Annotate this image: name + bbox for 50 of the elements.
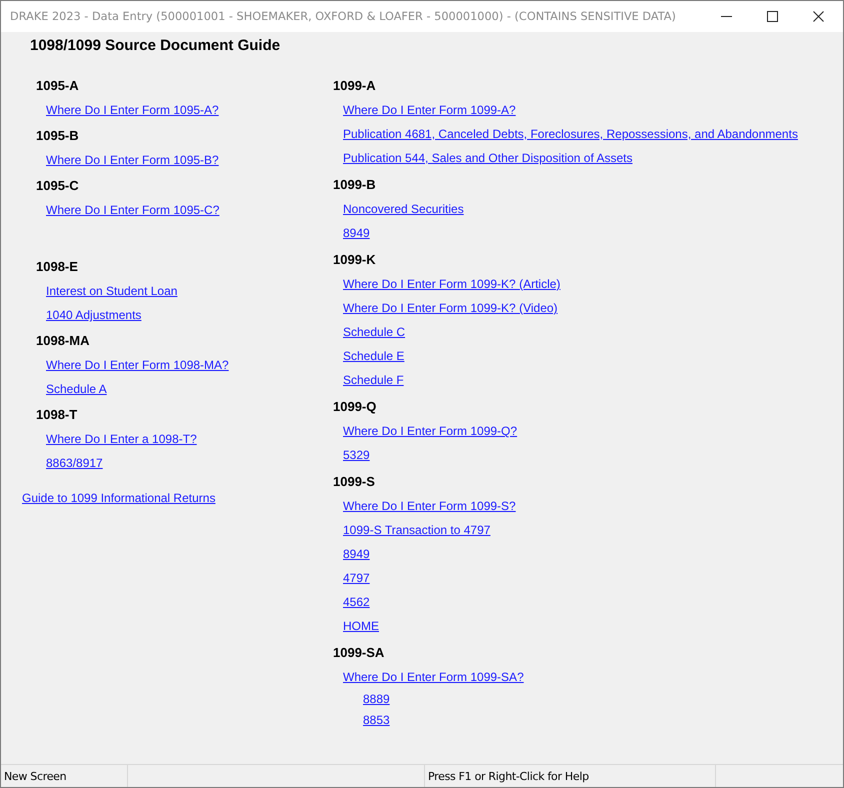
guide-link[interactable]: Guide to 1099 Informational Returns [22,491,216,505]
section-heading: 1098-E [36,258,78,276]
section-heading: 1099-B [333,176,376,194]
guide-link[interactable]: Where Do I Enter Form 1099-S? [343,494,516,518]
status-text: New Screen [1,765,128,787]
guide-link[interactable]: 5329 [343,443,370,467]
minimize-icon [720,16,732,17]
guide-link[interactable]: Where Do I Enter Form 1099-A? [343,98,516,122]
guide-link[interactable]: 8889 [363,689,390,710]
guide-link[interactable]: 1099-S Transaction to 4797 [343,518,490,542]
guide-link[interactable]: Schedule F [343,368,404,392]
guide-link[interactable]: 8853 [363,710,390,731]
maximize-icon [766,11,778,22]
section-heading: 1098-MA [36,332,90,350]
section-heading: 1095-C [36,177,79,195]
guide-link[interactable]: Schedule E [343,344,404,368]
guide-link[interactable]: 8949 [343,221,370,245]
guide-link[interactable]: Where Do I Enter Form 1099-Q? [343,419,518,443]
guide-link[interactable]: Where Do I Enter a 1098-T? [46,427,197,451]
guide-link[interactable]: 8949 [343,542,370,566]
window-title: DRAKE 2023 - Data Entry (500001001 - SHOEMAKER, OXFORD & LOAFER - 500001000) - (CONTAINS SENSITIVE DATA) [9,10,677,23]
guide-link[interactable]: HOME [343,614,379,638]
guide-link[interactable]: Where Do I Enter Form 1099-SA? [343,665,524,689]
guide-link[interactable]: Interest on Student Loan [46,279,178,303]
section-heading: 1099-S [333,473,375,491]
guide-link[interactable]: Where Do I Enter Form 1095-A? [46,98,219,122]
guide-link[interactable]: 1040 Adjustments [46,303,142,327]
section-heading: 1099-SA [333,644,384,662]
guide-link[interactable]: Schedule C [343,320,406,344]
section-heading: 1099-A [333,77,376,95]
section-heading: 1099-K [333,251,376,269]
guide-link[interactable]: Schedule A [46,377,107,401]
guide-link[interactable]: Publication 4681, Canceled Debts, Foreclosures, Repossessions, and Abandonments [343,122,798,146]
guide-link[interactable]: Noncovered Securities [343,197,464,221]
guide-link[interactable]: Where Do I Enter Form 1095-B? [46,148,219,172]
guide-link[interactable]: 8863/8917 [46,451,103,475]
guide-link[interactable]: 4562 [343,590,370,614]
guide-link[interactable]: Where Do I Enter Form 1098-MA? [46,353,229,377]
guide-link[interactable]: Where Do I Enter Form 1099-K? (Article) [343,272,560,296]
page-title: 1098/1099 Source Document Guide [30,36,280,56]
guide-link[interactable]: Publication 544, Sales and Other Disposition of Assets [343,146,632,170]
help-hint: Press F1 or Right-Click for Help [425,765,716,787]
guide-link[interactable]: Where Do I Enter Form 1099-K? (Video) [343,296,558,320]
section-heading: 1095-A [36,77,79,95]
section-heading: 1098-T [36,406,78,424]
section-heading: 1099-Q [333,398,376,416]
guide-link[interactable]: 4797 [343,566,370,590]
section-heading: 1095-B [36,127,79,145]
close-icon [812,11,824,22]
guide-link[interactable]: Where Do I Enter Form 1095-C? [46,198,220,222]
